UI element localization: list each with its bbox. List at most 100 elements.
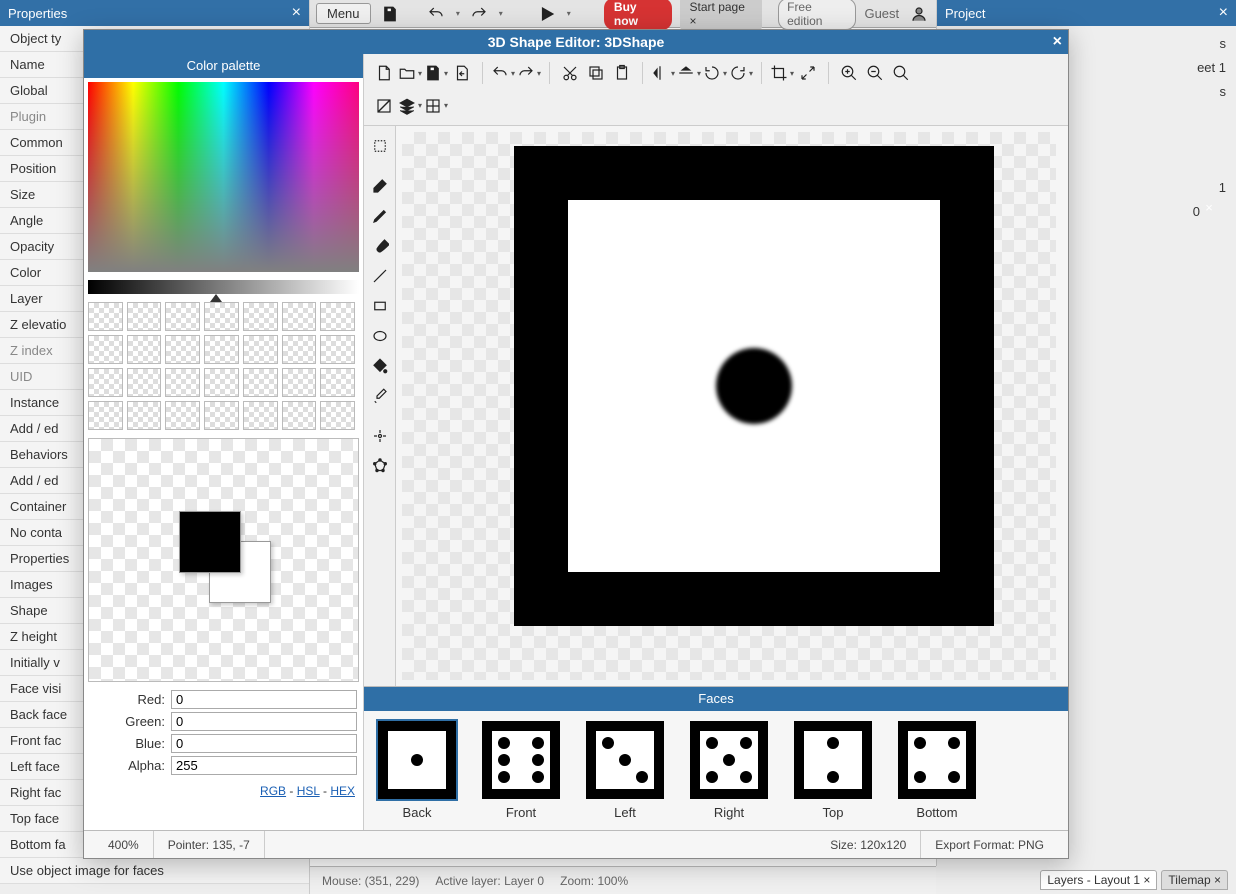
- open-icon[interactable]: [398, 61, 422, 85]
- face-item-right[interactable]: Right: [688, 721, 770, 820]
- redo-icon[interactable]: [468, 2, 491, 26]
- bottom-tabs: Layers - Layout 1 × Tilemap ×: [936, 866, 1236, 894]
- fill-tool-icon[interactable]: [366, 352, 394, 380]
- eraser-tool-icon[interactable]: [366, 172, 394, 200]
- ellipse-tool-icon[interactable]: [366, 322, 394, 350]
- close-icon[interactable]: ×: [1053, 33, 1062, 51]
- zoom-out-icon[interactable]: [863, 61, 887, 85]
- line-tool-icon[interactable]: [366, 262, 394, 290]
- play-icon[interactable]: [536, 2, 559, 26]
- swatch[interactable]: [204, 368, 239, 397]
- swatch[interactable]: [165, 335, 200, 364]
- face-item-front[interactable]: Front: [480, 721, 562, 820]
- start-page-tab[interactable]: Start page ×: [680, 0, 763, 30]
- copy-icon[interactable]: [584, 61, 608, 85]
- swatch[interactable]: [204, 401, 239, 430]
- swatch[interactable]: [320, 401, 355, 430]
- face-item-top[interactable]: Top: [792, 721, 874, 820]
- swatch[interactable]: [127, 368, 162, 397]
- menu-button[interactable]: Menu: [316, 3, 371, 24]
- redo-icon[interactable]: [517, 61, 541, 85]
- swatch[interactable]: [320, 302, 355, 331]
- buy-now-button[interactable]: Buy now: [604, 0, 672, 30]
- swatch[interactable]: [127, 302, 162, 331]
- swatch[interactable]: [165, 302, 200, 331]
- swatch[interactable]: [127, 401, 162, 430]
- green-input[interactable]: [171, 712, 357, 731]
- grid-icon[interactable]: [424, 94, 448, 118]
- eyedropper-tool-icon[interactable]: [366, 382, 394, 410]
- property-row[interactable]: Use object image for faces: [0, 858, 309, 884]
- save-icon[interactable]: [379, 2, 402, 26]
- swatch[interactable]: [88, 302, 123, 331]
- swatch[interactable]: [282, 368, 317, 397]
- rotate-ccw-icon[interactable]: [703, 61, 727, 85]
- reload-icon[interactable]: [450, 61, 474, 85]
- face-item-bottom[interactable]: Bottom: [896, 721, 978, 820]
- tab-layers[interactable]: Layers - Layout 1 ×: [1040, 870, 1157, 890]
- undo-icon[interactable]: [491, 61, 515, 85]
- faces-panel: Faces BackFrontLeftRightTopBottom: [364, 686, 1068, 830]
- alpha-input[interactable]: [171, 756, 357, 775]
- close-icon[interactable]: ×: [292, 4, 301, 22]
- brush-tool-icon[interactable]: [366, 232, 394, 260]
- zoom-in-icon[interactable]: [837, 61, 861, 85]
- paste-icon[interactable]: [610, 61, 634, 85]
- rect-tool-icon[interactable]: [366, 292, 394, 320]
- swatch[interactable]: [243, 401, 278, 430]
- swatch[interactable]: [320, 368, 355, 397]
- swatch[interactable]: [88, 368, 123, 397]
- rgb-link[interactable]: RGB: [260, 784, 286, 798]
- swatch[interactable]: [165, 401, 200, 430]
- swatch[interactable]: [243, 335, 278, 364]
- swatch[interactable]: [243, 368, 278, 397]
- resize-icon[interactable]: [796, 61, 820, 85]
- tool-strip: [364, 126, 396, 686]
- pencil-tool-icon[interactable]: [366, 202, 394, 230]
- face-label: Right: [688, 805, 770, 820]
- foreground-swatch[interactable]: [179, 511, 241, 573]
- swatch[interactable]: [282, 335, 317, 364]
- canvas-area[interactable]: [396, 126, 1068, 686]
- rotate-cw-icon[interactable]: [729, 61, 753, 85]
- marquee-tool-icon[interactable]: [366, 132, 394, 160]
- close-icon[interactable]: ×: [1219, 4, 1228, 22]
- polygon-tool-icon[interactable]: [366, 452, 394, 480]
- swatch[interactable]: [165, 368, 200, 397]
- guest-label: Guest: [864, 6, 899, 21]
- cut-icon[interactable]: [558, 61, 582, 85]
- crop-icon[interactable]: [770, 61, 794, 85]
- save-icon[interactable]: [424, 61, 448, 85]
- swatch[interactable]: [88, 401, 123, 430]
- swatch[interactable]: [204, 335, 239, 364]
- color-preview: [88, 438, 359, 682]
- new-icon[interactable]: [372, 61, 396, 85]
- tab-tilemap[interactable]: Tilemap ×: [1161, 870, 1228, 890]
- layers-icon[interactable]: [398, 94, 422, 118]
- swatch-grid[interactable]: [88, 302, 359, 430]
- zoom-level: Zoom: 100%: [560, 874, 628, 888]
- hsl-link[interactable]: HSL: [297, 784, 320, 798]
- undo-icon[interactable]: [425, 2, 448, 26]
- swatch[interactable]: [204, 302, 239, 331]
- swatch[interactable]: [282, 401, 317, 430]
- blue-input[interactable]: [171, 734, 357, 753]
- origin-tool-icon[interactable]: [366, 422, 394, 450]
- hex-link[interactable]: HEX: [330, 784, 355, 798]
- red-input[interactable]: [171, 690, 357, 709]
- swatch[interactable]: [127, 335, 162, 364]
- face-item-left[interactable]: Left: [584, 721, 666, 820]
- swatch[interactable]: [88, 335, 123, 364]
- swatch[interactable]: [320, 335, 355, 364]
- alpha-bg-icon[interactable]: [372, 94, 396, 118]
- flip-v-icon[interactable]: [677, 61, 701, 85]
- color-field[interactable]: [88, 82, 359, 272]
- user-icon[interactable]: [907, 2, 930, 26]
- swatch[interactable]: [243, 302, 278, 331]
- face-item-back[interactable]: Back: [376, 721, 458, 820]
- flip-h-icon[interactable]: [651, 61, 675, 85]
- brightness-slider[interactable]: [88, 280, 359, 294]
- zoom-fit-icon[interactable]: [889, 61, 913, 85]
- swatch[interactable]: [282, 302, 317, 331]
- app-toolbar: Menu ▾ ▾ ▾ Buy now Start page × Free edi…: [310, 0, 936, 28]
